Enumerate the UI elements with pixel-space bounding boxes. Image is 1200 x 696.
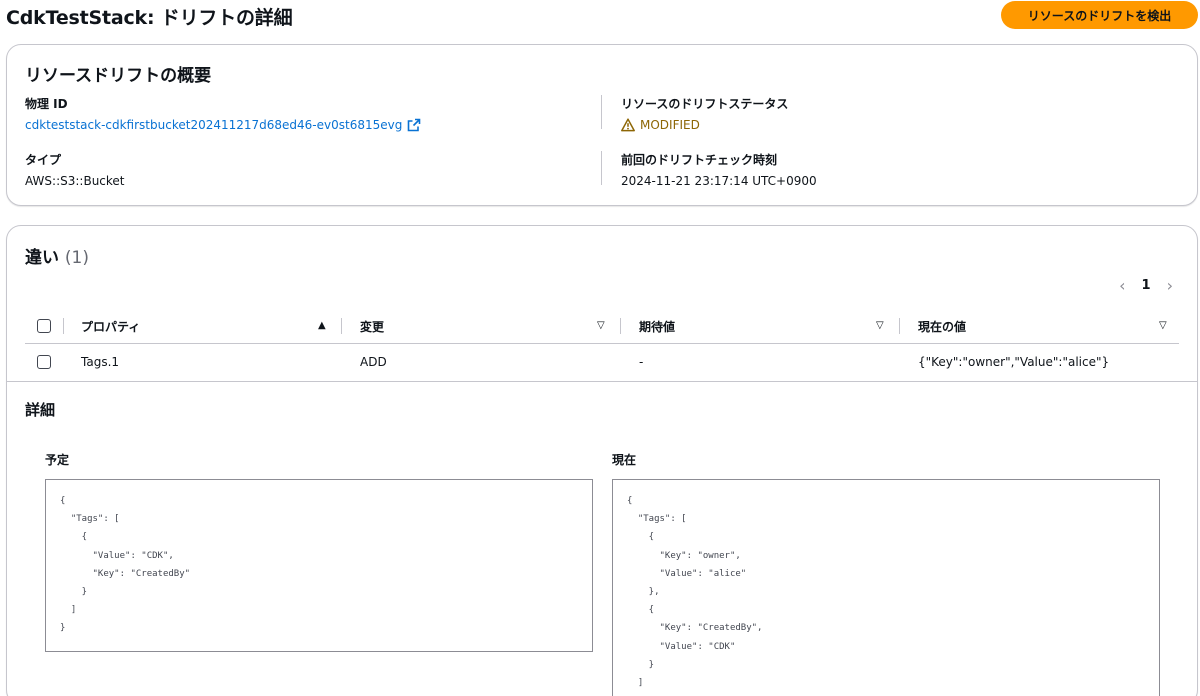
physical-id-value: cdkteststack-cdkfirstbucket202411217d68e…	[25, 118, 421, 132]
last-check-label: 前回のドリフトチェック時刻	[621, 153, 778, 167]
column-separator	[620, 318, 621, 334]
column-separator	[899, 318, 900, 334]
column-header-change[interactable]: 変更	[360, 308, 384, 344]
differences-title: 違い (1)	[25, 243, 89, 268]
cell-change: ADD	[360, 355, 387, 369]
sort-ascending-icon[interactable]: ▲	[318, 320, 326, 331]
actual-json: { "Tags": [ { "Key": "owner", "Value": "…	[627, 496, 763, 689]
type-field: タイプ AWS::S3::Bucket	[25, 151, 125, 188]
type-label: タイプ	[25, 153, 62, 167]
warning-icon	[621, 118, 635, 132]
sort-descending-icon[interactable]: ▽	[1159, 320, 1167, 331]
physical-id-link[interactable]: cdkteststack-cdkfirstbucket202411217d68e…	[25, 118, 402, 132]
last-check-value: 2024-11-21 23:17:14 UTC+0900	[621, 174, 817, 188]
details-title: 詳細	[25, 401, 56, 419]
page-header: CdkTestStack: ドリフトの詳細 リソースのドリフトを検出	[0, 0, 1200, 34]
sort-descending-icon[interactable]: ▽	[597, 320, 605, 331]
detect-resource-drift-button[interactable]: リソースのドリフトを検出	[1001, 1, 1198, 29]
physical-id-label: 物理 ID	[25, 97, 68, 111]
expected-json-box: { "Tags": [ { "Value": "CDK", "Key": "Cr…	[45, 479, 593, 652]
column-header-expected[interactable]: 期待値	[639, 308, 675, 344]
physical-id-field: 物理 ID cdkteststack-cdkfirstbucket2024112…	[25, 95, 421, 132]
drift-summary-container: リソースドリフトの概要 物理 ID cdkteststack-cdkfirstb…	[6, 44, 1198, 206]
column-divider	[601, 151, 602, 185]
type-value: AWS::S3::Bucket	[25, 174, 125, 188]
cell-property: Tags.1	[81, 355, 120, 369]
page-title: CdkTestStack: ドリフトの詳細	[6, 7, 293, 29]
select-all-checkbox-cell	[37, 308, 51, 344]
column-divider	[601, 95, 602, 129]
details-divider	[7, 381, 1197, 382]
drift-status-value: MODIFIED	[621, 118, 788, 132]
column-header-actual[interactable]: 現在の値	[918, 308, 966, 344]
row-checkbox-cell	[37, 344, 51, 380]
column-separator	[341, 318, 342, 334]
cell-expected: -	[639, 355, 644, 369]
page-number[interactable]: 1	[1142, 278, 1151, 293]
last-check-field: 前回のドリフトチェック時刻 2024-11-21 23:17:14 UTC+09…	[621, 151, 817, 188]
row-checkbox[interactable]	[37, 355, 51, 369]
actual-json-box: { "Tags": [ { "Key": "owner", "Value": "…	[612, 479, 1160, 696]
cell-actual: {"Key":"owner","Value":"alice"}	[918, 355, 1110, 369]
drift-status-text: MODIFIED	[640, 118, 700, 132]
column-separator	[63, 318, 64, 334]
select-all-checkbox[interactable]	[37, 319, 51, 333]
pagination: ‹ 1 ›	[1119, 276, 1173, 295]
drift-summary-title: リソースドリフトの概要	[25, 66, 212, 86]
differences-count: (1)	[64, 248, 90, 268]
differences-container: 違い (1) ‹ 1 › プロパティ ▲ 変更 ▽ 期待値 ▽ 現在の値 ▽ T…	[6, 225, 1198, 696]
expected-json: { "Tags": [ { "Value": "CDK", "Key": "Cr…	[60, 496, 191, 634]
drift-status-field: リソースのドリフトステータス MODIFIED	[621, 95, 788, 132]
differences-title-text: 違い	[25, 248, 59, 268]
differences-table: プロパティ ▲ 変更 ▽ 期待値 ▽ 現在の値 ▽ Tags.1 ADD - {…	[25, 308, 1179, 380]
table-row[interactable]: Tags.1 ADD - {"Key":"owner","Value":"ali…	[25, 344, 1179, 380]
external-link-icon[interactable]	[407, 118, 421, 132]
actual-panel-label: 現在	[612, 453, 637, 467]
column-header-property[interactable]: プロパティ	[81, 308, 140, 344]
expected-panel-label: 予定	[45, 453, 70, 467]
table-header: プロパティ ▲ 変更 ▽ 期待値 ▽ 現在の値 ▽	[25, 308, 1179, 344]
sort-descending-icon[interactable]: ▽	[876, 320, 884, 331]
chevron-right-icon[interactable]: ›	[1167, 276, 1173, 295]
drift-status-label: リソースのドリフトステータス	[621, 97, 789, 111]
chevron-left-icon[interactable]: ‹	[1119, 276, 1125, 295]
